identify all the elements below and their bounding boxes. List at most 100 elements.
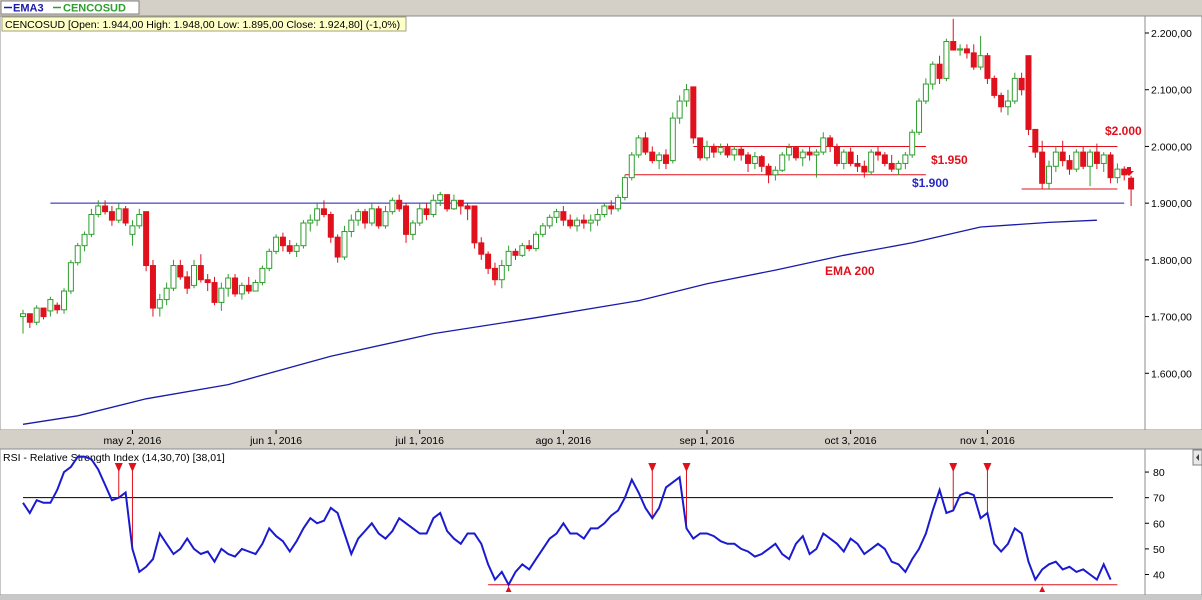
candle-body-up	[88, 213, 95, 235]
candle-body-up	[266, 250, 273, 269]
candle-body-up	[587, 219, 594, 224]
candle-body-up	[1073, 151, 1080, 170]
candle-body-down	[833, 145, 840, 164]
candle-body-up	[156, 299, 163, 309]
candle-body-down	[471, 205, 478, 244]
candle-body-up	[505, 250, 512, 267]
candle-body-up	[676, 100, 683, 119]
candle-body-down	[54, 304, 61, 311]
candle-body-down	[334, 236, 341, 258]
candle	[943, 38, 950, 82]
candle-body-down	[881, 154, 888, 164]
candle-body-down	[485, 253, 492, 269]
candle-body-down	[1039, 151, 1046, 184]
candle-body-down	[662, 154, 669, 164]
candle-body-down	[204, 279, 211, 284]
candle	[300, 220, 307, 249]
rsi-y-tick-label: 40	[1153, 570, 1165, 582]
candle-body-up	[868, 151, 875, 173]
candle	[868, 149, 875, 175]
candle-body-down	[457, 199, 464, 207]
candle	[149, 259, 156, 317]
candle-body-down	[444, 194, 451, 210]
candle-body-up	[273, 236, 280, 252]
candle-body-down	[232, 277, 239, 295]
candle-body-up	[136, 213, 143, 227]
candle-body-down	[745, 154, 752, 164]
candle	[833, 143, 840, 167]
candle-body-up	[943, 41, 950, 79]
candle-body-down	[423, 208, 430, 215]
candle-body-up	[307, 219, 314, 224]
time-axis-label: ago 1, 2016	[536, 435, 592, 447]
candle-body-down	[792, 147, 799, 159]
candle-body-down	[396, 199, 403, 210]
candle-body-up	[601, 205, 608, 215]
candle-body-down	[1059, 151, 1066, 162]
candle-body-up	[957, 48, 964, 51]
candle	[779, 152, 786, 172]
candle-body-up	[751, 156, 758, 164]
time-axis-label: nov 1, 2016	[960, 435, 1015, 447]
candle-body-up	[539, 225, 546, 235]
candle-body-up	[669, 117, 676, 162]
candle-body-down	[320, 208, 327, 215]
candle-body-down	[478, 242, 485, 255]
bottom-scrollbar[interactable]	[0, 595, 1202, 600]
rsi-plot-area[interactable]	[0, 448, 1146, 596]
candle-body-down	[724, 147, 731, 156]
candle	[991, 75, 998, 99]
candle-body-up	[293, 245, 300, 252]
candle-body-down	[177, 265, 184, 278]
candle-body-up	[498, 265, 505, 281]
candle-body-down	[143, 211, 150, 267]
legend-ema-label: EMA3	[13, 3, 44, 15]
time-axis-label: oct 3, 2016	[825, 435, 877, 447]
annotation-label-1950: $1.950	[931, 153, 968, 167]
candle-body-down	[403, 205, 410, 235]
candle-body-down	[936, 63, 943, 79]
candle-body-down	[738, 148, 745, 156]
candle-body-down	[963, 48, 970, 54]
candle-body-up	[129, 225, 136, 235]
candle-body-down	[758, 156, 765, 167]
candle-body-up	[820, 137, 827, 153]
candle-body-down	[861, 165, 868, 173]
candle-body-down	[279, 236, 286, 247]
candle	[621, 174, 628, 201]
candle-body-down	[998, 94, 1005, 108]
annotation-label-1900: $1.900	[912, 176, 949, 190]
candle-body-down	[1018, 77, 1025, 91]
candle-body-up	[553, 211, 560, 218]
candle-body-down	[642, 137, 649, 153]
candle-body-down	[1080, 151, 1087, 167]
candle-body-down	[1093, 151, 1100, 164]
candle-body-up	[779, 154, 786, 171]
rsi-y-tick-label: 80	[1153, 467, 1165, 479]
candle-body-down	[984, 55, 991, 79]
candle-body-up	[170, 265, 177, 289]
time-axis-label: sep 1, 2016	[680, 435, 735, 447]
candle-body-up	[33, 307, 40, 323]
candle	[273, 234, 280, 255]
candle-body-down	[991, 77, 998, 96]
candle-body-up	[635, 137, 642, 156]
candle	[635, 135, 642, 158]
candle-body-down	[1107, 154, 1114, 179]
candle	[67, 259, 74, 294]
candle-body-up	[1004, 100, 1011, 108]
candle-body-down	[560, 211, 567, 221]
candle-body-up	[519, 245, 526, 256]
candle-body-up	[1011, 77, 1018, 102]
candle-body-up	[47, 299, 54, 312]
candle-body-down	[40, 307, 47, 318]
candle	[259, 265, 266, 286]
candle-body-down	[847, 151, 854, 164]
candle-body-up	[74, 245, 81, 264]
candle-body-down	[362, 211, 368, 224]
candle-body-up	[1046, 165, 1052, 184]
candle-body-up	[977, 55, 984, 68]
candle-body-down	[950, 41, 957, 51]
candle-body-up	[61, 290, 68, 311]
candle	[1025, 55, 1032, 136]
